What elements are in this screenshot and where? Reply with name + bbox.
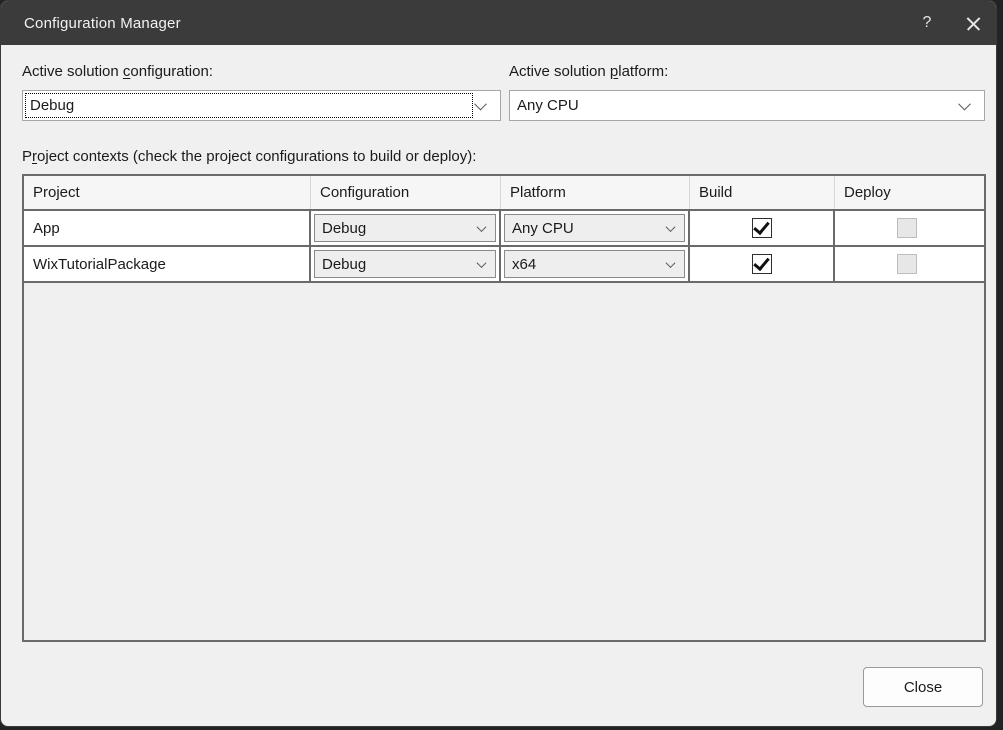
active-solution-platform-label: Active solution platform: [509, 63, 668, 80]
chevron-down-icon [474, 98, 487, 111]
selected-row-platform: Any CPU [505, 220, 667, 237]
help-icon: ? [923, 14, 932, 32]
active-solution-platform-dropdown[interactable]: Any CPU [509, 90, 985, 121]
column-header-deploy[interactable]: Deploy [835, 176, 978, 209]
chevron-down-icon [958, 98, 971, 111]
table-row: App Debug Any CPU [24, 211, 984, 247]
label-text: Active solution [509, 63, 610, 80]
row-configuration-dropdown[interactable]: Debug [314, 250, 496, 278]
platform-cell: Any CPU [501, 211, 690, 245]
platform-cell: x64 [501, 247, 690, 281]
active-solution-configuration-label: Active solution configuration: [22, 63, 213, 80]
row-platform-dropdown[interactable]: x64 [504, 250, 685, 278]
table-row: WixTutorialPackage Debug x64 [24, 247, 984, 283]
column-header-project[interactable]: Project [24, 176, 311, 209]
label-text: P [22, 148, 32, 165]
chevron-down-icon [666, 258, 676, 268]
selected-configuration: Debug [23, 97, 476, 114]
close-button[interactable]: Close [863, 667, 983, 707]
chevron-down-icon [477, 222, 487, 232]
selected-row-configuration: Debug [315, 220, 478, 237]
dialog-title: Configuration Manager [24, 15, 181, 32]
close-window-button[interactable] [950, 1, 996, 45]
build-checkbox[interactable] [752, 254, 772, 274]
configuration-manager-dialog: Configuration Manager ? Active solution … [0, 0, 997, 727]
deploy-cell [835, 247, 978, 281]
configuration-cell: Debug [311, 211, 501, 245]
grid-header-row: Project Configuration Platform Build Dep… [24, 176, 984, 211]
column-header-platform[interactable]: Platform [501, 176, 690, 209]
active-solution-configuration-dropdown[interactable]: Debug [22, 90, 501, 121]
label-text: oject contexts (check the project config… [37, 148, 476, 165]
selected-row-configuration: Debug [315, 256, 478, 273]
selected-platform: Any CPU [510, 97, 960, 114]
build-cell [690, 247, 835, 281]
configuration-cell: Debug [311, 247, 501, 281]
deploy-cell [835, 211, 978, 245]
title-bar: Configuration Manager ? [1, 1, 996, 45]
chevron-down-icon [666, 222, 676, 232]
row-platform-dropdown[interactable]: Any CPU [504, 214, 685, 242]
close-icon [966, 16, 981, 31]
project-contexts-label: Project contexts (check the project conf… [22, 148, 476, 165]
column-header-configuration[interactable]: Configuration [311, 176, 501, 209]
deploy-checkbox [897, 254, 917, 274]
build-cell [690, 211, 835, 245]
project-name-cell[interactable]: App [24, 211, 311, 245]
help-button[interactable]: ? [904, 1, 950, 45]
project-contexts-grid: Project Configuration Platform Build Dep… [22, 174, 986, 642]
column-header-build[interactable]: Build [690, 176, 835, 209]
build-checkbox[interactable] [752, 218, 772, 238]
row-configuration-dropdown[interactable]: Debug [314, 214, 496, 242]
deploy-checkbox [897, 218, 917, 238]
chevron-down-icon [477, 258, 487, 268]
label-text: Active solution [22, 63, 123, 80]
project-name-cell[interactable]: WixTutorialPackage [24, 247, 311, 281]
label-text: onfiguration: [130, 63, 213, 80]
selected-row-platform: x64 [505, 256, 667, 273]
accel-letter: p [610, 63, 618, 80]
label-text: latform: [618, 63, 668, 80]
